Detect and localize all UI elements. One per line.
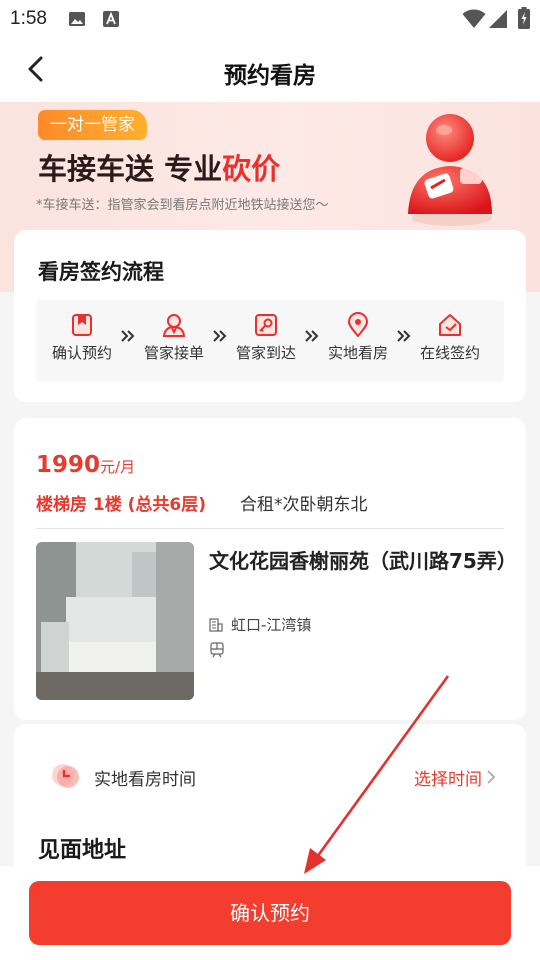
- bottom-bar: 确认预约: [0, 866, 540, 960]
- wifi-icon: [462, 9, 486, 28]
- step-visit: 实地看房: [320, 312, 396, 363]
- clock-icon: [52, 764, 79, 788]
- step-accept: 管家接单: [136, 312, 212, 363]
- step-confirm: 确认预约: [44, 312, 120, 363]
- listing-room-type: 合租*次卧朝东北: [240, 495, 368, 515]
- double-chevron-icon: [305, 330, 319, 342]
- home-icon: [439, 314, 461, 336]
- step-label: 确认预约: [51, 344, 112, 362]
- battery-icon: [518, 7, 530, 29]
- district-label: 虹口-江湾镇: [231, 616, 312, 634]
- listing-floor: 楼梯房 1楼 (总共6层): [36, 495, 207, 515]
- step-label: 管家到达: [235, 344, 296, 362]
- listing-price: 1990元/月: [36, 452, 135, 478]
- listing-card[interactable]: 1990元/月 楼梯房 1楼 (总共6层) 合租*次卧朝东北 文化花园香榭丽苑（…: [14, 418, 526, 720]
- double-chevron-icon: [121, 330, 135, 342]
- status-time: 1:58: [10, 8, 47, 29]
- banner-slogan-highlight: 砍价: [222, 152, 281, 186]
- banner-tag: 一对一管家: [38, 110, 147, 140]
- location-pin-icon: [347, 312, 369, 338]
- confirm-booking-button[interactable]: 确认预约: [29, 881, 511, 945]
- bookmark-icon: [72, 314, 92, 336]
- divider: [36, 528, 504, 529]
- banner-note: *车接车送：指管家会到看房点附近地铁站接送您～: [36, 198, 329, 213]
- process-title: 看房签约流程: [38, 260, 164, 284]
- step-sign: 在线签约: [412, 312, 488, 363]
- step-arrive: 管家到达: [228, 312, 304, 363]
- building-icon: [209, 618, 223, 632]
- process-card: 看房签约流程 确认预约 管家接单 管家到达 实地看房 在线签约: [14, 230, 526, 402]
- double-chevron-icon: [397, 330, 411, 342]
- banner-slogan: 车接车送 专业砍价: [38, 146, 280, 188]
- listing-name[interactable]: 文化花园香榭丽苑（武川路75弄）: [209, 546, 517, 577]
- price-value: 1990: [36, 452, 101, 478]
- double-chevron-icon: [213, 330, 227, 342]
- page-title: 预约看房: [224, 63, 316, 89]
- font-icon: [103, 11, 119, 27]
- price-unit: 元/月: [100, 458, 136, 476]
- select-time-button[interactable]: 选择时间: [414, 765, 482, 790]
- person-icon: [162, 314, 186, 337]
- signal-icon: [489, 10, 507, 28]
- process-steps: 确认预约 管家接单 管家到达 实地看房 在线签约: [36, 300, 504, 382]
- banner-slogan-main: 车接车送 专业: [38, 152, 223, 186]
- gallery-icon: [69, 12, 85, 26]
- status-bar: 1:58: [0, 0, 540, 38]
- step-label: 在线签约: [419, 344, 480, 362]
- header: 预约看房: [0, 38, 540, 102]
- listing-district: 虹口-江湾镇: [209, 614, 311, 635]
- schedule-card: 实地看房时间 选择时间 见面地址: [14, 724, 526, 884]
- chevron-right-icon[interactable]: [484, 769, 498, 785]
- key-icon: [255, 314, 277, 336]
- meeting-address-title: 见面地址: [38, 838, 127, 863]
- step-label: 管家接单: [143, 344, 204, 362]
- listing-photo[interactable]: [36, 542, 194, 700]
- schedule-label: 实地看房时间: [94, 770, 196, 790]
- mascot-icon: [408, 114, 492, 226]
- metro-icon: [210, 642, 224, 658]
- step-label: 实地看房: [327, 344, 388, 362]
